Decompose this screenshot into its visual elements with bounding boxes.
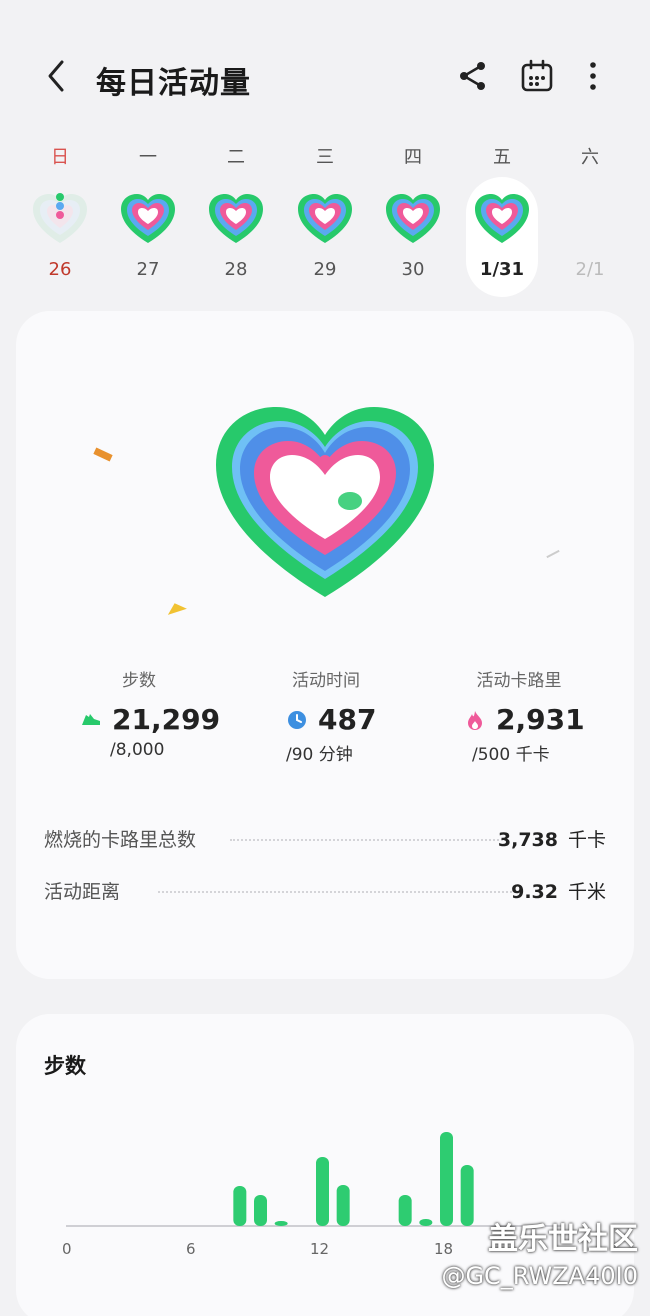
step-bar[interactable] [233,1186,247,1226]
steps-stat[interactable]: 步数 21,299 /8,000 [80,666,280,760]
more-vertical-icon[interactable] [575,58,611,94]
step-bar[interactable] [316,1157,329,1226]
day-date: 30 [401,259,425,280]
day-of-week: 六 [581,147,599,168]
activity-rings-heart [216,407,434,597]
clock-icon [288,710,306,729]
back-chevron-icon[interactable] [38,56,78,96]
active-calories-count: 2,931 [496,703,585,736]
flame-icon [468,710,482,730]
day-of-week: 三 [316,147,334,168]
activity-heart-icon [121,194,175,243]
active-time-value: 487 [286,703,486,736]
indicator-dot [56,202,64,210]
confetti-decoration [93,447,113,462]
x-tick-label: 12 [310,1240,329,1258]
total-calories-label: 燃烧的卡路里总数 [44,829,197,851]
active-calories-value: 2,931 [464,703,650,736]
steps-goal: /8,000 [110,740,165,760]
day-mon[interactable]: 一 27 [112,135,184,295]
watermark-handle: @GC_RWZA40I0 [441,1262,638,1290]
x-tick-label: 18 [434,1240,453,1258]
active-calories-stat[interactable]: 活动卡路里 2,931 /500 千卡 [464,666,650,765]
step-bar[interactable] [274,1221,288,1226]
day-fri-selected[interactable]: 五 1/31 [466,135,538,297]
page-title: 每日活动量 [96,66,251,101]
day-date: 27 [136,259,160,280]
day-date: 28 [224,259,248,280]
activity-heart-icon [298,194,352,243]
dotted-leader [230,839,506,841]
activity-heart-icon [475,194,529,243]
day-sun[interactable]: 日 26 [24,135,96,295]
steps-label: 步数 [122,671,156,691]
day-thu[interactable]: 四 30 [377,135,449,295]
step-bar[interactable] [254,1195,267,1226]
step-bar[interactable] [460,1165,474,1226]
confetti-decoration [546,549,560,559]
steps-value: 21,299 [80,703,280,736]
step-bar[interactable] [336,1185,350,1226]
app-header: 每日活动量 [0,40,650,116]
step-bar[interactable] [440,1132,453,1226]
day-of-week: 二 [227,147,245,168]
indicator-dot [56,193,64,201]
share-icon[interactable] [455,58,491,94]
day-of-week: 日 [51,147,69,168]
calendar-icon[interactable] [519,58,555,94]
day-sat: 六 2/1 [554,135,626,295]
confetti-decoration [165,600,187,615]
activity-summary-card: 步数 21,299 /8,000 活动时间 487 /90 分钟 活动卡路里 2 [16,311,634,979]
active-time-count: 487 [318,703,377,736]
dotted-leader [158,891,516,893]
active-calories-label: 活动卡路里 [476,671,562,691]
day-date: 1/31 [479,259,525,280]
active-distance-unit: 千米 [567,881,606,903]
active-time-label: 活动时间 [292,671,360,691]
active-calories-goal: /500 千卡 [472,745,550,765]
week-selector: 日 26 一 27 二 28 三 29 四 30 五 1/31 六 2/1 [0,135,650,300]
activity-heart-icon [209,194,263,243]
active-time-stat[interactable]: 活动时间 487 /90 分钟 [286,666,486,765]
x-tick-label: 6 [186,1240,196,1258]
day-date: 26 [48,259,72,280]
step-bar[interactable] [419,1219,433,1226]
total-calories-row[interactable]: 燃烧的卡路里总数 3,738 千卡 [44,825,606,855]
step-bar[interactable] [398,1195,412,1226]
day-tue[interactable]: 二 28 [200,135,272,295]
indicator-dot [56,211,64,219]
x-tick-label: 0 [62,1240,72,1258]
steps-count: 21,299 [112,703,221,736]
active-distance-number: 9.32 [511,881,558,903]
active-distance-label: 活动距离 [44,881,121,903]
day-of-week: 一 [139,147,157,168]
activity-heart-icon [386,194,440,243]
shoe-icon [82,713,100,725]
total-calories-unit: 千卡 [567,829,606,851]
day-date: 2/1 [575,259,605,280]
total-calories-value: 3,738 千卡 [498,825,606,852]
watermark-text: 盖乐世社区 [488,1222,638,1257]
day-of-week: 五 [493,147,511,168]
day-of-week: 四 [404,147,422,168]
total-calories-number: 3,738 [497,829,558,851]
day-date: 29 [313,259,337,280]
active-time-goal: /90 分钟 [286,745,353,765]
active-distance-value: 9.32 千米 [511,877,606,904]
day-wed[interactable]: 三 29 [289,135,361,295]
active-distance-row[interactable]: 活动距离 9.32 千米 [44,877,606,907]
